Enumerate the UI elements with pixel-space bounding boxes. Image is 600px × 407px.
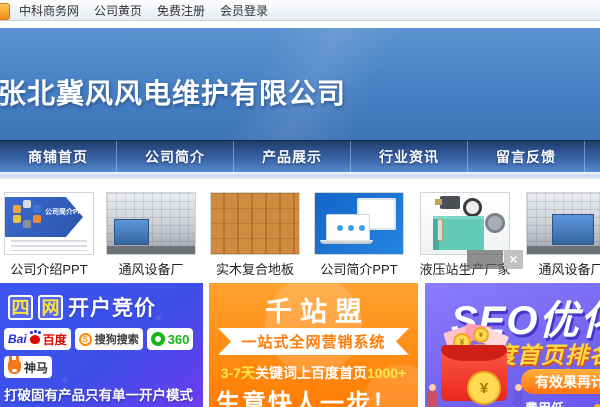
ad-banner-kaihu[interactable]: 四 网 开户竞价 Bai 百度 S 搜狗搜索 360 神马	[0, 283, 203, 407]
qihoo360-logo: 360	[147, 328, 194, 350]
toplink-home[interactable]: 中科商务网	[19, 2, 79, 19]
nav-shop-home[interactable]: 商铺首页	[0, 141, 117, 172]
product-item[interactable]: 通风设备厂	[105, 192, 197, 278]
qihoo360-icon	[151, 332, 165, 346]
ad1-logo-row: 神马	[4, 356, 52, 378]
ad1-title-box: 四	[8, 295, 33, 320]
site-logo-icon	[0, 3, 10, 20]
sogou-logo-text: 搜狗搜索	[95, 331, 139, 347]
product-caption[interactable]: 通风设备厂	[525, 259, 600, 278]
product-item[interactable]: 公司简介PPT	[313, 192, 405, 278]
baidu-paw-icon	[30, 335, 40, 344]
product-thumbnail-factory[interactable]	[526, 192, 600, 255]
product-thumbnail-wood-floor[interactable]	[210, 192, 300, 255]
ad2-highlight: 3-7天	[221, 365, 255, 381]
ad1-title-box: 网	[38, 295, 63, 320]
company-banner: 张北冀风风电维护有限公司	[0, 28, 600, 141]
page: 中科商务网 公司黄页 免费注册 会员登录 张北冀风风电维护有限公司 商铺首页 公…	[0, 0, 600, 407]
ad-banner-qianzhanmeng[interactable]: 千站盟 一站式全网营销系统 3-7天关键词上百度首页1000+ 生意快人一步！	[209, 283, 418, 407]
shenma-logo-text: 神马	[24, 359, 48, 376]
product-item[interactable]: 通风设备厂	[525, 192, 600, 278]
sogou-logo: S 搜狗搜索	[75, 328, 143, 350]
ad2-promo-line: 3-7天关键词上百度首页1000+	[209, 363, 418, 383]
ppt-text-lines	[11, 240, 87, 251]
nav-bottom-strip	[0, 172, 600, 179]
product-thumbnail-hydraulic-station[interactable]	[420, 192, 510, 255]
toplink-yellow-pages[interactable]: 公司黄页	[94, 2, 142, 19]
hydraulic-brass-fitting	[435, 199, 442, 205]
product-thumbnail-ppt-cover[interactable]: 公司简介PPT	[4, 192, 94, 255]
ad2-slogan: 生意快人一步！	[216, 383, 398, 407]
ad3-bullet-label: 费用低	[525, 398, 564, 407]
nav-industry-news[interactable]: 行业资讯	[351, 141, 468, 172]
ad1-slogan: 打破固有产品只有单一开户模式	[4, 384, 193, 404]
factory-floor	[527, 246, 600, 254]
gold-coin-icon: ¥	[467, 371, 501, 405]
ad2-title: 千站盟	[209, 290, 418, 329]
ad3-pricing-button[interactable]: 有效果再计费	[521, 369, 600, 394]
factory-blue-machine	[552, 214, 594, 245]
caption-ad-overlay	[467, 250, 503, 269]
baidu-logo-cn: 百度	[43, 331, 67, 348]
nav-company-profile[interactable]: 公司简介	[117, 141, 234, 172]
hydraulic-pump-shape	[440, 196, 459, 209]
laptop-screen-shape	[326, 214, 370, 242]
product-thumbnail-laptop-ppt[interactable]	[314, 192, 404, 255]
shenma-logo: 神马	[4, 356, 52, 378]
sogou-icon: S	[79, 333, 92, 346]
gold-coin-icon: ¥	[473, 327, 489, 343]
factory-blue-machine	[114, 219, 149, 245]
main-nav: 商铺首页 公司简介 产品展示 行业资讯 留言反馈	[0, 140, 600, 172]
ppt-arrow-shape	[5, 197, 83, 237]
product-caption[interactable]: 公司简介PPT	[313, 259, 405, 278]
product-caption[interactable]: 实木复合地板	[209, 259, 301, 278]
laptop-base-shape	[320, 240, 373, 244]
ad1-title: 四 网 开户竞价	[8, 292, 156, 322]
hydraulic-sight-tube	[437, 219, 443, 242]
shenma-horse-icon	[8, 360, 21, 374]
factory-floor	[107, 246, 195, 254]
red-envelope-illustration: ¥ ¥ ¥	[427, 327, 525, 407]
ppt-hexagon-icons	[13, 205, 21, 213]
close-icon[interactable]: ×	[504, 250, 523, 269]
person-illustration	[513, 390, 523, 407]
nav-products[interactable]: 产品展示	[234, 141, 351, 172]
toplink-register[interactable]: 免费注册	[157, 2, 205, 19]
ppt-slide-title: 公司简介PPT	[45, 207, 87, 217]
company-name: 张北冀风风电维护有限公司	[0, 72, 346, 112]
top-utility-bar: 中科商务网 公司黄页 免费注册 会员登录	[0, 0, 600, 21]
ad-banner-seo[interactable]: SEO优化 百度首页排名 有效果再计费 费用低 ¥ ¥ ¥	[425, 283, 600, 407]
product-thumbnail-factory[interactable]	[106, 192, 196, 255]
nav-feedback[interactable]: 留言反馈	[468, 141, 585, 172]
qihoo360-logo-text: 360	[168, 332, 190, 347]
toplink-login[interactable]: 会员登录	[220, 2, 268, 19]
ad2-line-mid: 关键词上百度首页	[255, 365, 367, 381]
baidu-logo: Bai 百度	[4, 328, 71, 350]
ad1-logo-row: Bai 百度 S 搜狗搜索 360	[4, 328, 193, 350]
ad1-title-rest: 开户竞价	[68, 292, 156, 322]
hydraulic-gauge-icon	[463, 198, 482, 217]
person-illustration	[427, 390, 437, 407]
product-caption[interactable]: 公司介绍PPT	[3, 259, 95, 278]
ad2-ribbon: 一站式全网营销系统	[218, 328, 409, 355]
product-item[interactable]: 实木复合地板	[209, 192, 301, 278]
hydraulic-cylinder-shape	[485, 213, 505, 233]
ad3-bullets: 费用低	[513, 398, 600, 407]
product-caption[interactable]: 通风设备厂	[105, 259, 197, 278]
ad2-highlight: 1000+	[367, 365, 406, 381]
baidu-logo-text: Bai	[8, 332, 27, 346]
product-item[interactable]: 公司简介PPT 公司介绍PPT	[3, 192, 95, 278]
